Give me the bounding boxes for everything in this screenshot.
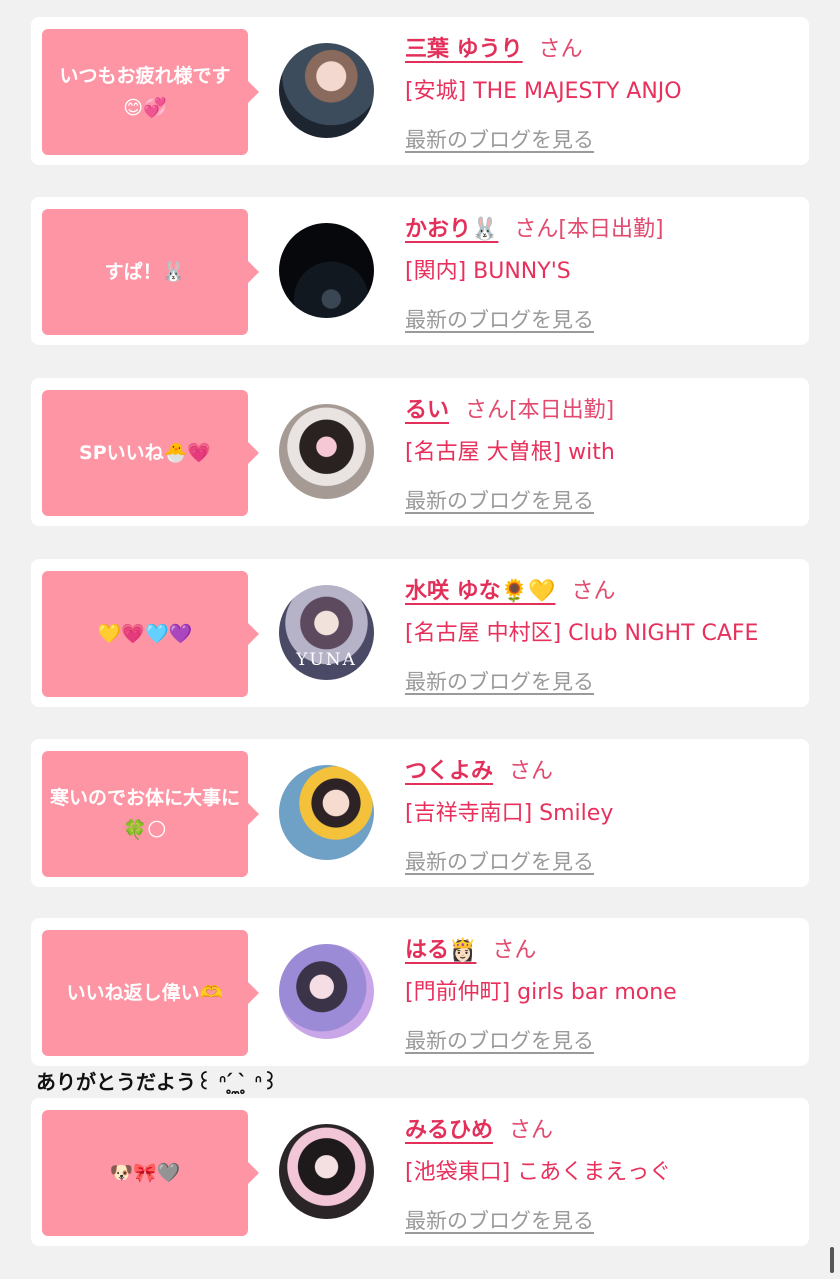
girl-name-link[interactable]: はる👸🏻 [405, 938, 476, 963]
name-suffix: さん[本日出勤] [465, 398, 615, 423]
message-bubble: すぱ！🐰 [42, 209, 259, 335]
like-card: いいね返し偉い🫶 はる👸🏻 さん [門前仲町] girls bar mone 最新… [31, 918, 809, 1066]
name-suffix: さん[本日出勤] [514, 217, 664, 242]
name-line: かおり🐰 さん[本日出勤] [405, 211, 664, 243]
shop-name: [安城] THE MAJESTY ANJO [405, 79, 682, 104]
like-card: いつもお疲れ様です😊💞 三葉 ゆうり さん [安城] THE MAJESTY AN… [31, 17, 809, 165]
message-text: すぱ！🐰 [104, 261, 186, 283]
name-suffix: さん [538, 37, 583, 62]
shop-name: [吉祥寺南口] Smiley [405, 801, 614, 826]
message-bubble: SPいいね🐣💗 [42, 390, 259, 516]
name-suffix: さん [509, 1118, 554, 1143]
message-bubble: 💛💗🩵💜 [42, 571, 259, 697]
girl-name-link[interactable]: るい [405, 398, 449, 423]
message-bubble: 寒いのでお体に大事に🍀🌕 [42, 751, 259, 877]
message-bubble: いつもお疲れ様です😊💞 [42, 29, 259, 155]
message-text: SPいいね🐣💗 [79, 442, 211, 464]
shop-name: [名古屋 大曽根] with [405, 440, 615, 465]
message-text: 💛💗🩵💜 [97, 623, 193, 645]
name-suffix: さん [492, 938, 537, 963]
name-line: はる👸🏻 さん [405, 932, 536, 964]
like-card: すぱ！🐰 かおり🐰 さん[本日出勤] [関内] BUNNY'S 最新のブログを見る [31, 197, 809, 345]
like-card: 寒いのでお体に大事に🍀🌕 つくよみ さん [吉祥寺南口] Smiley 最新のブロ… [31, 739, 809, 887]
latest-blog-link[interactable]: 最新のブログを見る [405, 1025, 594, 1055]
name-suffix: さん [571, 579, 616, 604]
latest-blog-link[interactable]: 最新のブログを見る [405, 304, 594, 334]
shop-name: [名古屋 中村区] Club NIGHT CAFE [405, 621, 759, 646]
like-card: 🐶🎀🩶 みるひめ さん [池袋東口] こあくまえっぐ 最新のブログを見る [31, 1098, 809, 1246]
avatar[interactable] [279, 223, 374, 318]
girl-name-link[interactable]: つくよみ [405, 759, 493, 784]
name-line: 水咲 ゆな🌻💛 さん [405, 573, 615, 605]
avatar[interactable] [279, 43, 374, 138]
latest-blog-link[interactable]: 最新のブログを見る [405, 485, 594, 515]
avatar[interactable] [279, 1124, 374, 1219]
shop-name: [門前仲町] girls bar mone [405, 980, 677, 1005]
scrollbar[interactable] [830, 1247, 834, 1273]
message-text: 寒いのでお体に大事に🍀🌕 [50, 787, 241, 841]
avatar[interactable] [279, 765, 374, 860]
latest-blog-link[interactable]: 最新のブログを見る [405, 846, 594, 876]
girl-name-link[interactable]: かおり🐰 [405, 217, 498, 242]
name-line: つくよみ さん [405, 753, 553, 785]
avatar[interactable] [279, 404, 374, 499]
name-line: みるひめ さん [405, 1112, 553, 1144]
message-text: 🐶🎀🩶 [109, 1162, 181, 1184]
avatar[interactable]: YUNA [279, 585, 374, 680]
avatar[interactable] [279, 944, 374, 1039]
girl-name-link[interactable]: 水咲 ゆな🌻💛 [405, 579, 555, 604]
shop-name: [関内] BUNNY'S [405, 259, 571, 284]
name-suffix: さん [509, 759, 554, 784]
latest-blog-link[interactable]: 最新のブログを見る [405, 666, 594, 696]
like-card: 💛💗🩵💜 YUNA 水咲 ゆな🌻💛 さん [名古屋 中村区] Club NIGHT… [31, 559, 809, 707]
avatar-caption: YUNA [296, 650, 357, 670]
name-line: 三葉 ゆうり さん [405, 31, 583, 63]
girl-name-link[interactable]: 三葉 ゆうり [405, 37, 523, 62]
message-text: いつもお疲れ様です😊💞 [59, 65, 231, 119]
inline-comment: ありがとうだよう꒰ ᐢ ̥́ ̼ ̥̀ ᐢ꒱ [36, 1070, 278, 1094]
message-text: いいね返し偉い🫶 [66, 982, 224, 1004]
shop-name: [池袋東口] こあくまえっぐ [405, 1160, 672, 1185]
girl-name-link[interactable]: みるひめ [405, 1118, 493, 1143]
latest-blog-link[interactable]: 最新のブログを見る [405, 124, 594, 154]
like-card: SPいいね🐣💗 るい さん[本日出勤] [名古屋 大曽根] with 最新のブログ… [31, 378, 809, 526]
name-line: るい さん[本日出勤] [405, 392, 614, 424]
message-bubble: 🐶🎀🩶 [42, 1110, 259, 1236]
latest-blog-link[interactable]: 最新のブログを見る [405, 1205, 594, 1235]
message-bubble: いいね返し偉い🫶 [42, 930, 259, 1056]
